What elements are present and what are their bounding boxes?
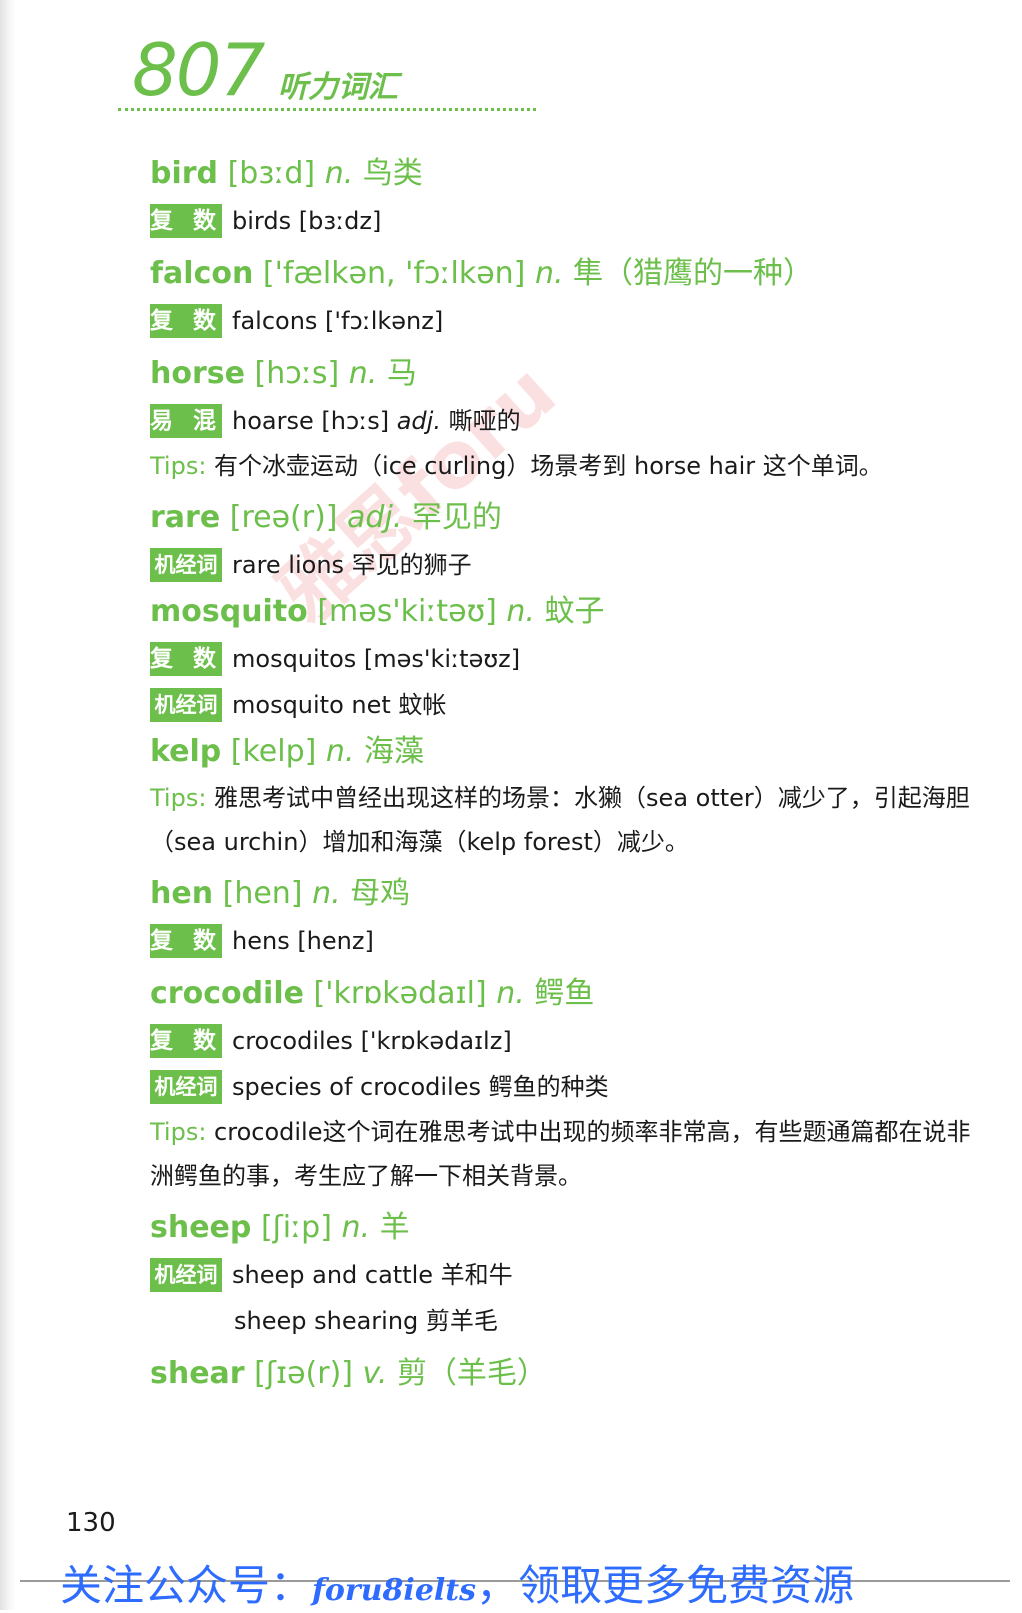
part-of-speech: n. [506, 594, 535, 629]
entry-headword-line: horse [hɔːs] n. 马 [150, 350, 980, 398]
confusable-tag: 易 混 [150, 404, 222, 438]
header-title: 听力词汇 [278, 70, 398, 105]
tips-note: Tips: crocodile这个词在雅思考试中出现的频率非常高，有些题通篇都在… [150, 1110, 980, 1198]
part-of-speech: n. [534, 256, 564, 291]
sub-entry: 复 数 mosquitos [məs'kiːtəʊz] [150, 636, 980, 682]
headword: hen [150, 876, 214, 911]
headword: sheep [150, 1210, 252, 1245]
meaning: 蚊子 [544, 594, 605, 629]
sub-entry-text: sheep and cattle 羊和牛 [232, 1261, 513, 1289]
section-header: 807 听力词汇 [118, 28, 538, 114]
plural-tag: 复 数 [150, 1024, 222, 1058]
headword: rare [150, 500, 221, 535]
meaning: 罕见的 [411, 500, 502, 535]
meaning: 鳄鱼 [534, 976, 595, 1011]
tips-note: Tips: 有个冰壶运动（ice curling）场景考到 horse hair… [150, 444, 980, 488]
entry-headword-line: rare [reə(r)] adj. 罕见的 [150, 494, 980, 542]
sub-entry-text: mosquito net 蚊帐 [232, 691, 447, 719]
entry-headword-line: kelp [kelp] n. 海藻 [150, 728, 980, 776]
entry-headword-line: falcon ['fælkən, 'fɔːlkən] n. 隼（猎鹰的一种） [150, 250, 980, 298]
sub-entry: 机经词汇 species of crocodiles 鳄鱼的种类 [150, 1064, 980, 1133]
tips-label: Tips: [150, 784, 207, 812]
page-edge [0, 0, 16, 1610]
plural-tag: 复 数 [150, 204, 222, 238]
phonetic: [məs'kiːtəʊ] [317, 594, 497, 629]
tips-text: 雅思考试中曾经出现这样的场景：水獭（sea otter）减少了，引起海胆（sea… [150, 784, 970, 856]
meaning: 隼（猎鹰的一种） [573, 256, 814, 291]
phonetic: [hen] [222, 876, 303, 911]
sub-entry-text: species of crocodiles 鳄鱼的种类 [232, 1073, 609, 1101]
sub-entry: 复 数 hens [henz] [150, 918, 980, 964]
tips-text: 有个冰壶运动（ice curling）场景考到 horse hair 这个单词。 [206, 452, 883, 480]
headword: mosquito [150, 594, 308, 629]
plural-tag: 复 数 [150, 304, 222, 338]
sub-entry-text: rare lions 罕见的狮子 [232, 551, 472, 579]
part-of-speech: n. [341, 1210, 371, 1245]
sub-entry-continuation: sheep shearing 剪羊毛 [234, 1307, 498, 1335]
sub-entry-text: mosquitos [məs'kiːtəʊz] [232, 645, 521, 673]
entry-headword-line: crocodile ['krɒkədaɪl] n. 鳄鱼 [150, 970, 980, 1018]
headword: falcon [150, 256, 254, 291]
part-of-speech: adj. [347, 500, 403, 535]
part-of-speech: n. [324, 156, 354, 191]
header-number: 807 [132, 28, 265, 112]
phonetic: [kelp] [230, 734, 317, 769]
phonetic: [ʃiːp] [260, 1210, 332, 1245]
plural-tag: 复 数 [150, 924, 222, 958]
sub-entry: 机经词汇 rare lions 罕见的狮子 [150, 542, 980, 611]
plural-tag: 复 数 [150, 642, 222, 676]
part-of-speech: n. [348, 356, 378, 391]
phonetic: [bɜːd] [227, 156, 316, 191]
sub-entry: 机经词汇 mosquito net 蚊帐 [150, 682, 980, 751]
footer-account: foru8ielts [312, 1573, 477, 1608]
meaning: 剪（羊毛） [396, 1356, 547, 1391]
headword: horse [150, 356, 245, 391]
part-of-speech: n. [312, 876, 341, 911]
headword: kelp [150, 734, 222, 769]
exam-vocab-tag: 机经词汇 [150, 688, 222, 751]
part-of-speech: n. [325, 734, 355, 769]
exam-vocab-tag: 机经词汇 [150, 548, 222, 611]
phonetic: ['krɒkədaɪl] [313, 976, 487, 1011]
entry-headword-line: shear [ʃɪə(r)] v. 剪（羊毛） [150, 1350, 980, 1398]
exam-vocab-tag: 机经词汇 [150, 1070, 222, 1133]
meaning: 羊 [379, 1210, 410, 1245]
tips-text: crocodile这个词在雅思考试中出现的频率非常高，有些题通篇都在说非洲鳄鱼的… [150, 1118, 971, 1190]
sub-entry: 复 数 birds [bɜːdz] [150, 198, 980, 244]
entry-headword-line: bird [bɜːd] n. 鸟类 [150, 150, 980, 198]
entry-headword-line: hen [hen] n. 母鸡 [150, 870, 980, 918]
sub-entry-text: hens [henz] [232, 927, 374, 955]
page-number: 130 [66, 1508, 116, 1538]
exam-vocab-tag: 机经词汇 [150, 1258, 222, 1321]
header-dotted-rule [118, 108, 536, 111]
sub-entry: 复 数 crocodiles ['krɒkədaɪlz] [150, 1018, 980, 1064]
sub-entry-text: crocodiles ['krɒkədaɪlz] [232, 1027, 512, 1055]
sub-entry: 复 数 falcons ['fɔːlkənz] [150, 298, 980, 344]
tips-label: Tips: [150, 452, 207, 480]
tips-note: Tips: 雅思考试中曾经出现这样的场景：水獭（sea otter）减少了，引起… [150, 776, 980, 864]
part-of-speech: v. [362, 1356, 388, 1391]
sub-entry-text: falcons ['fɔːlkənz] [232, 307, 444, 335]
phonetic: ['fælkən, 'fɔːlkən] [262, 256, 526, 291]
entry-headword-line: mosquito [məs'kiːtəʊ] n. 蚊子 [150, 588, 980, 636]
word-list: bird [bɜːd] n. 鸟类 复 数 birds [bɜːdz] falc… [150, 150, 980, 1398]
headword: crocodile [150, 976, 304, 1011]
sub-entry-text: birds [bɜːdz] [232, 207, 382, 235]
meaning: 马 [386, 356, 417, 391]
phonetic: [reə(r)] [229, 500, 338, 535]
entry-headword-line: sheep [ʃiːp] n. 羊 [150, 1204, 980, 1252]
phonetic: [ʃɪə(r)] [254, 1356, 353, 1391]
phonetic: [hɔːs] [254, 356, 340, 391]
part-of-speech: n. [496, 976, 525, 1011]
meaning: 海藻 [364, 734, 424, 769]
headword: bird [150, 156, 219, 191]
sub-entry: 机经词汇 sheep and cattle 羊和牛 [150, 1252, 980, 1321]
tips-label: Tips: [150, 1118, 207, 1146]
meaning: 鸟类 [362, 156, 423, 191]
footer-banner: 关注公众号：foru8ielts，领取更多免费资源 [60, 1561, 855, 1610]
meaning: 母鸡 [350, 876, 411, 911]
headword: shear [150, 1356, 245, 1391]
sub-entry-text: hoarse [hɔːs] adj. 嘶哑的 [232, 407, 521, 435]
sub-entry: 易 混 hoarse [hɔːs] adj. 嘶哑的 [150, 398, 980, 444]
